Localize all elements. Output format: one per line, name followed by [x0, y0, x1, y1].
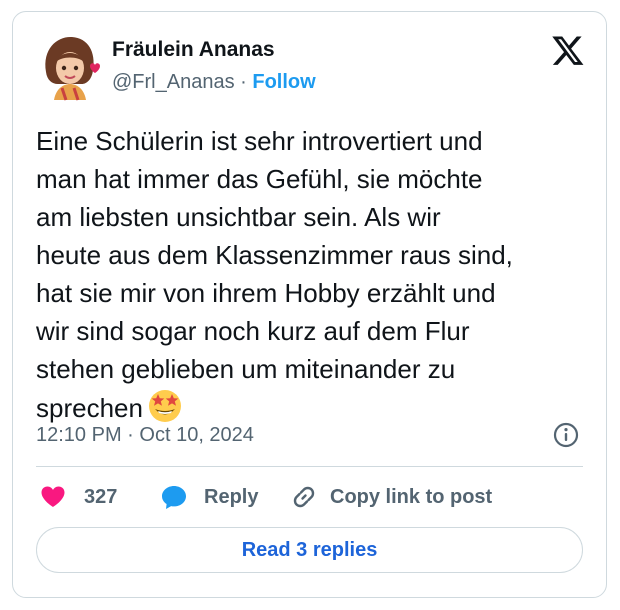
tweet-line: Eine Schülerin ist sehr introvertiert un… [36, 126, 483, 156]
divider [36, 466, 583, 467]
author-handle-row: @Frl_Ananas · Follow [112, 71, 316, 94]
tweet-line: wir sind sogar noch kurz auf dem Flur [36, 316, 470, 346]
post-time[interactable]: 12:10 PM [36, 424, 122, 446]
tweet-text: Eine Schülerin ist sehr introvertiert un… [36, 122, 581, 427]
handle-separator: · [240, 71, 247, 93]
like-count: 327 [84, 485, 118, 508]
tweet-line: heute aus dem Klassenzimmer raus sind, [36, 240, 513, 270]
copy-link-button[interactable]: Copy link to post [290, 480, 492, 514]
follow-button[interactable]: Follow [252, 71, 315, 93]
tweet-line: man hat immer das Gefühl, sie möchte [36, 164, 483, 194]
reply-label: Reply [204, 485, 259, 508]
reply-bubble-icon [162, 486, 186, 509]
x-logo-icon[interactable] [550, 33, 586, 67]
avatar[interactable] [32, 28, 108, 104]
heart-icon [41, 486, 65, 507]
tweet-line: am liebsten unsichtbar sein. Als wir [36, 202, 441, 232]
copy-link-label: Copy link to post [330, 485, 493, 508]
tweet-line-last: sprechen [36, 388, 581, 427]
tweet-line: hat sie mir von ihrem Hobby erzählt und [36, 278, 496, 308]
author-name[interactable]: Fräulein Ananas [112, 38, 275, 62]
tweet-line: stehen geblieben um miteinander zu [36, 354, 456, 384]
timestamp-row[interactable]: 12:10 PM · Oct 10, 2024 [36, 424, 254, 447]
post-date[interactable]: Oct 10, 2024 [139, 424, 254, 446]
link-icon [293, 486, 315, 508]
author-handle[interactable]: @Frl_Ananas [112, 71, 235, 93]
like-button[interactable]: 327 [40, 480, 117, 514]
reply-button[interactable]: Reply [160, 480, 258, 514]
action-bar: 327 Reply Copy link to post [36, 480, 583, 514]
read-replies-button[interactable]: Read 3 replies [36, 527, 583, 573]
time-separator: · [127, 424, 134, 446]
tweet-line: sprechen [36, 393, 143, 423]
info-icon[interactable] [552, 421, 580, 449]
star-struck-emoji-icon [148, 390, 181, 422]
